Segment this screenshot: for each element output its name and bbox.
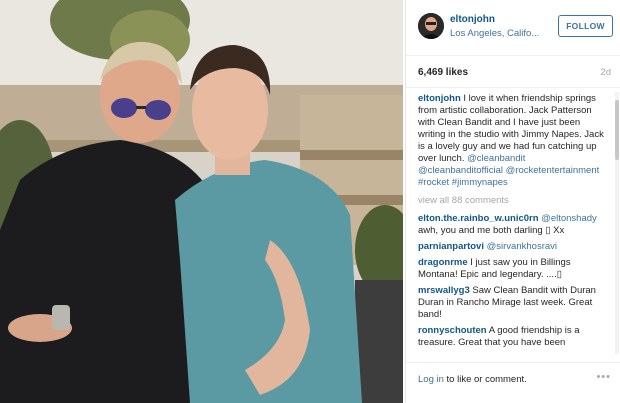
comment-mention[interactable]: @eltonshady xyxy=(539,213,597,224)
comment-text: awh, you and me both darling ▯ Xx xyxy=(418,225,565,236)
avatar-image xyxy=(418,13,444,39)
comment-username[interactable]: mrswallyg3 xyxy=(418,285,470,296)
comment-item: ronnyschouten A good friendship is a tre… xyxy=(418,325,606,349)
comment-username[interactable]: ronnyschouten xyxy=(418,325,487,336)
view-all-comments-link[interactable]: view all 88 comments xyxy=(418,195,606,207)
comment-item: mrswallyg3 Saw Clean Bandit with Duran D… xyxy=(418,285,606,321)
caption-tag[interactable]: @cleanbanditofficial xyxy=(418,165,503,176)
photo-scene xyxy=(0,0,403,403)
comment-list: eltonjohn I love it when friendship spri… xyxy=(406,88,614,360)
caption-tag[interactable]: #rocket xyxy=(418,177,449,188)
caption: eltonjohn I love it when friendship spri… xyxy=(418,93,606,189)
caption-tag[interactable]: @cleanbandit xyxy=(467,153,525,164)
post-timestamp[interactable]: 2d xyxy=(600,67,611,78)
post-side-panel: eltonjohn Los Angeles, Califo... FOLLOW … xyxy=(405,0,620,403)
comment-item: parnianpartovi @sirvankhosravi xyxy=(418,241,606,253)
login-prompt-text: to like or comment. xyxy=(443,374,527,385)
post-author-username[interactable]: eltonjohn xyxy=(450,14,495,25)
caption-username[interactable]: eltonjohn xyxy=(418,93,461,104)
caption-tag[interactable]: @rocketentertainment xyxy=(506,165,600,176)
more-options-icon[interactable]: ••• xyxy=(596,371,611,383)
comment-item: elton.the.rainbo_w.unic0rn @eltonshady a… xyxy=(418,213,606,237)
post-header: eltonjohn Los Angeles, Califo... FOLLOW xyxy=(406,0,620,56)
like-count[interactable]: 6,469 likes xyxy=(418,67,468,78)
follow-button[interactable]: FOLLOW xyxy=(558,15,613,37)
post-location[interactable]: Los Angeles, Califo... xyxy=(450,28,550,39)
comments-scrollbar-thumb[interactable] xyxy=(615,100,619,160)
post-photo[interactable] xyxy=(0,0,403,403)
comment-mention[interactable]: @sirvankhosravi xyxy=(484,241,557,252)
login-prompt: Log in to like or comment. xyxy=(418,374,527,385)
post-footer: Log in to like or comment. ••• xyxy=(406,362,620,403)
post-stats: 6,469 likes 2d xyxy=(406,56,620,88)
login-link[interactable]: Log in xyxy=(418,374,444,385)
comment-username[interactable]: dragonrme xyxy=(418,257,468,268)
comment-username[interactable]: elton.the.rainbo_w.unic0rn xyxy=(418,213,539,224)
comment-username[interactable]: parnianpartovi xyxy=(418,241,484,252)
caption-tag[interactable]: #jimmynapes xyxy=(452,177,508,188)
comment-item: dragonrme I just saw you in Billings Mon… xyxy=(418,257,606,281)
avatar[interactable] xyxy=(418,13,444,39)
